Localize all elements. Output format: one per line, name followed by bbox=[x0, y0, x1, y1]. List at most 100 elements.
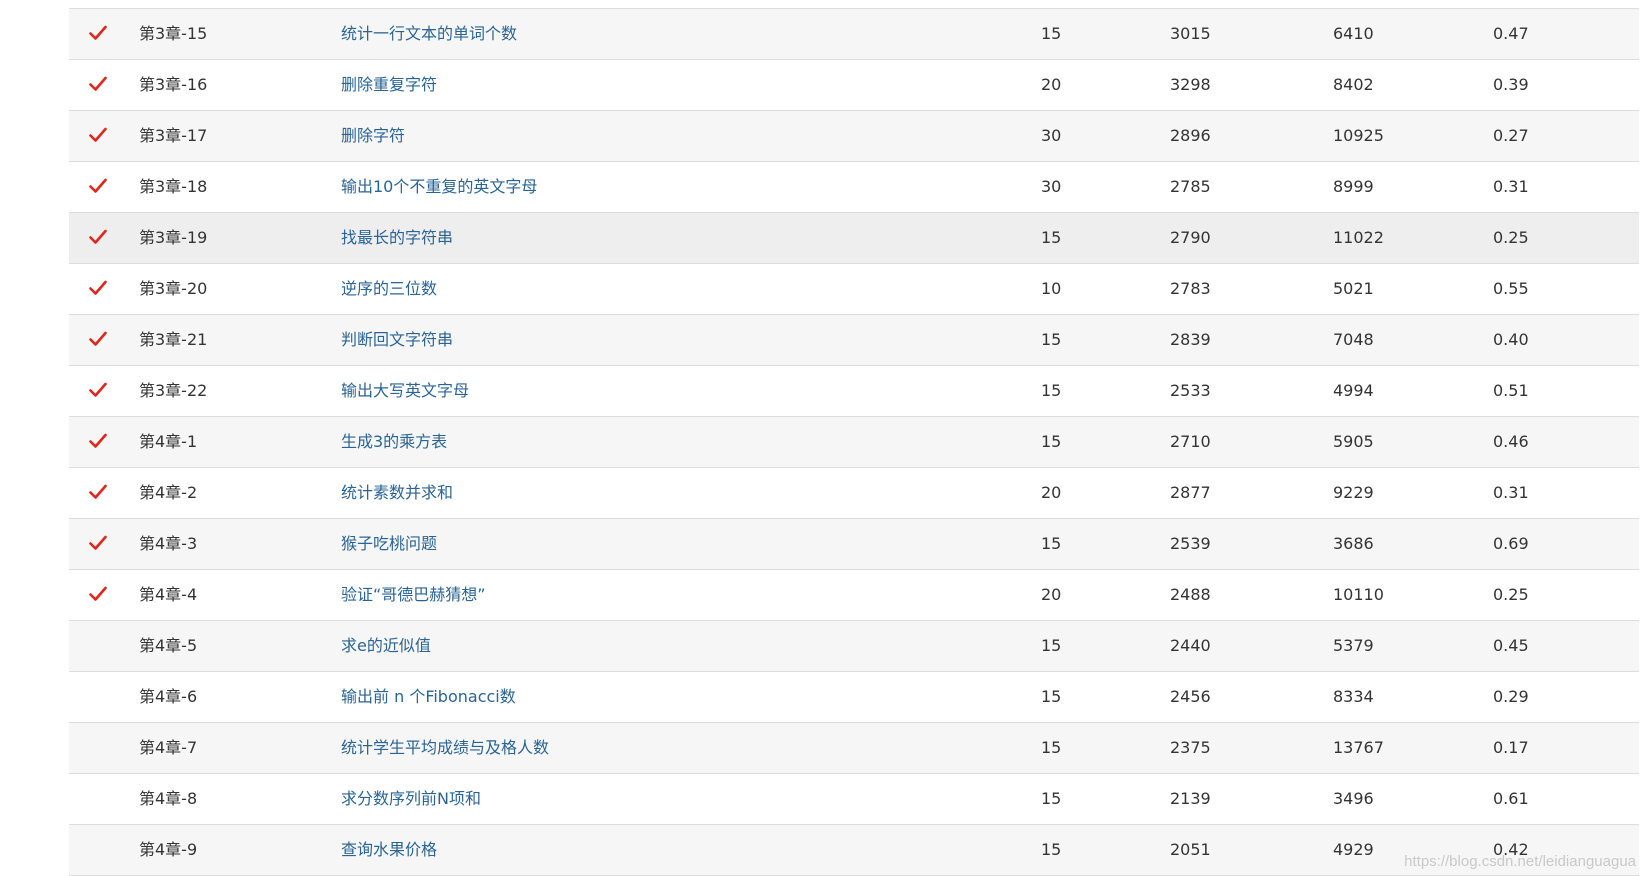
problem-title-link[interactable]: 判断回文字符串 bbox=[341, 330, 453, 349]
accepted-count: 3298 bbox=[1170, 75, 1211, 94]
status-cell bbox=[89, 417, 119, 467]
checkmark-icon bbox=[89, 315, 111, 365]
problem-title-link[interactable]: 输出大写英文字母 bbox=[341, 381, 469, 400]
accepted-count: 2790 bbox=[1170, 228, 1211, 247]
problem-title-link[interactable]: 生成3的乘方表 bbox=[341, 432, 447, 451]
pass-ratio: 0.31 bbox=[1493, 177, 1529, 196]
problem-title-link[interactable]: 求分数序列前N项和 bbox=[341, 789, 481, 808]
pass-ratio: 0.39 bbox=[1493, 75, 1529, 94]
problem-title-cell: 验证“哥德巴赫猜想” bbox=[341, 570, 486, 620]
submit-count: 10110 bbox=[1333, 585, 1384, 604]
table-row[interactable]: 第4章-4 验证“哥德巴赫猜想” 20 2488 10110 0.25 bbox=[69, 570, 1639, 621]
problem-title-link[interactable]: 删除字符 bbox=[341, 126, 405, 145]
accepted-count: 2839 bbox=[1170, 330, 1211, 349]
pass-ratio: 0.45 bbox=[1493, 636, 1529, 655]
problem-title-cell: 查询水果价格 bbox=[341, 825, 437, 875]
problem-title-cell: 统计素数并求和 bbox=[341, 468, 453, 518]
table-row[interactable]: 第4章-5 求e的近似值 15 2440 5379 0.45 bbox=[69, 621, 1639, 672]
table-row[interactable]: 第3章-15 统计一行文本的单词个数 15 3015 6410 0.47 bbox=[69, 9, 1639, 60]
problem-title-cell: 猴子吃桃问题 bbox=[341, 519, 437, 569]
submit-count: 8402 bbox=[1333, 75, 1374, 94]
problem-title-link[interactable]: 输出前 n 个Fibonacci数 bbox=[341, 687, 516, 706]
problem-id: 第3章-20 bbox=[139, 279, 208, 298]
table-row[interactable]: 第3章-19 找最长的字符串 15 2790 11022 0.25 bbox=[69, 213, 1639, 264]
pass-ratio: 0.40 bbox=[1493, 330, 1529, 349]
problem-title-link[interactable]: 删除重复字符 bbox=[341, 75, 437, 94]
problem-score: 30 bbox=[1041, 126, 1062, 145]
problem-title-link[interactable]: 统计一行文本的单词个数 bbox=[341, 24, 517, 43]
problem-title-link[interactable]: 猴子吃桃问题 bbox=[341, 534, 437, 553]
problem-title-cell: 删除字符 bbox=[341, 111, 405, 161]
table-row[interactable]: 第4章-7 统计学生平均成绩与及格人数 15 2375 13767 0.17 bbox=[69, 723, 1639, 774]
table-row[interactable]: 第4章-8 求分数序列前N项和 15 2139 3496 0.61 bbox=[69, 774, 1639, 825]
table-row[interactable]: 第3章-21 判断回文字符串 15 2839 7048 0.40 bbox=[69, 315, 1639, 366]
submit-count: 7048 bbox=[1333, 330, 1374, 349]
problem-title-cell: 求分数序列前N项和 bbox=[341, 774, 481, 824]
watermark: https://blog.csdn.net/leidianguagua bbox=[1404, 853, 1636, 870]
pass-ratio: 0.46 bbox=[1493, 432, 1529, 451]
problem-id: 第4章-5 bbox=[139, 636, 198, 655]
status-cell bbox=[89, 60, 119, 110]
accepted-count: 2139 bbox=[1170, 789, 1211, 808]
problem-id: 第3章-21 bbox=[139, 330, 208, 349]
accepted-count: 2896 bbox=[1170, 126, 1211, 145]
problem-id: 第3章-18 bbox=[139, 177, 208, 196]
problem-title-cell: 判断回文字符串 bbox=[341, 315, 453, 365]
accepted-count: 2785 bbox=[1170, 177, 1211, 196]
table-row[interactable]: 第4章-3 猴子吃桃问题 15 2539 3686 0.69 bbox=[69, 519, 1639, 570]
table-row[interactable]: 第4章-6 输出前 n 个Fibonacci数 15 2456 8334 0.29 bbox=[69, 672, 1639, 723]
problem-title-link[interactable]: 统计素数并求和 bbox=[341, 483, 453, 502]
status-cell bbox=[89, 315, 119, 365]
table-row[interactable]: 第3章-16 删除重复字符 20 3298 8402 0.39 bbox=[69, 60, 1639, 111]
checkmark-icon bbox=[89, 213, 111, 263]
checkmark-icon bbox=[89, 570, 111, 620]
checkmark-icon bbox=[89, 60, 111, 110]
checkmark-icon bbox=[89, 264, 111, 314]
checkmark-icon bbox=[89, 366, 111, 416]
problem-id: 第4章-4 bbox=[139, 585, 198, 604]
accepted-count: 2440 bbox=[1170, 636, 1211, 655]
problem-id: 第4章-8 bbox=[139, 789, 198, 808]
status-cell bbox=[89, 723, 119, 773]
problem-title-link[interactable]: 统计学生平均成绩与及格人数 bbox=[341, 738, 549, 757]
submit-count: 3496 bbox=[1333, 789, 1374, 808]
table-row[interactable]: 第4章-2 统计素数并求和 20 2877 9229 0.31 bbox=[69, 468, 1639, 519]
problem-id: 第4章-1 bbox=[139, 432, 198, 451]
checkmark-icon bbox=[89, 468, 111, 518]
problem-id: 第3章-15 bbox=[139, 24, 208, 43]
problem-title-link[interactable]: 找最长的字符串 bbox=[341, 228, 453, 247]
submit-count: 6410 bbox=[1333, 24, 1374, 43]
submit-count: 5905 bbox=[1333, 432, 1374, 451]
accepted-count: 2710 bbox=[1170, 432, 1211, 451]
problem-title-cell: 求e的近似值 bbox=[341, 621, 431, 671]
problem-score: 20 bbox=[1041, 483, 1062, 502]
submit-count: 11022 bbox=[1333, 228, 1384, 247]
status-cell bbox=[89, 519, 119, 569]
problem-title-link[interactable]: 求e的近似值 bbox=[341, 636, 431, 655]
problem-title-link[interactable]: 逆序的三位数 bbox=[341, 279, 437, 298]
problem-table: 第3章-15 统计一行文本的单词个数 15 3015 6410 0.47 第3章-16 删除重… bbox=[69, 8, 1639, 876]
pass-ratio: 0.61 bbox=[1493, 789, 1529, 808]
submit-count: 4929 bbox=[1333, 840, 1374, 859]
problem-title-cell: 输出前 n 个Fibonacci数 bbox=[341, 672, 516, 722]
problem-title-link[interactable]: 输出10个不重复的英文字母 bbox=[341, 177, 537, 196]
problem-table-body: 第3章-15 统计一行文本的单词个数 15 3015 6410 0.47 第3章-16 删除重… bbox=[69, 9, 1639, 876]
accepted-count: 2456 bbox=[1170, 687, 1211, 706]
submit-count: 13767 bbox=[1333, 738, 1384, 757]
checkmark-icon bbox=[89, 519, 111, 569]
problem-title-link[interactable]: 查询水果价格 bbox=[341, 840, 437, 859]
problem-title-link[interactable]: 验证“哥德巴赫猜想” bbox=[341, 585, 486, 604]
table-row[interactable]: 第3章-20 逆序的三位数 10 2783 5021 0.55 bbox=[69, 264, 1639, 315]
problem-id: 第3章-17 bbox=[139, 126, 208, 145]
problem-id: 第4章-2 bbox=[139, 483, 198, 502]
problem-id: 第3章-19 bbox=[139, 228, 208, 247]
table-row[interactable]: 第3章-17 删除字符 30 2896 10925 0.27 bbox=[69, 111, 1639, 162]
table-row[interactable]: 第4章-1 生成3的乘方表 15 2710 5905 0.46 bbox=[69, 417, 1639, 468]
submit-count: 4994 bbox=[1333, 381, 1374, 400]
problem-score: 15 bbox=[1041, 330, 1062, 349]
problem-title-cell: 逆序的三位数 bbox=[341, 264, 437, 314]
table-row[interactable]: 第3章-18 输出10个不重复的英文字母 30 2785 8999 0.31 bbox=[69, 162, 1639, 213]
pass-ratio: 0.47 bbox=[1493, 24, 1529, 43]
table-row[interactable]: 第3章-22 输出大写英文字母 15 2533 4994 0.51 bbox=[69, 366, 1639, 417]
problem-id: 第3章-16 bbox=[139, 75, 208, 94]
